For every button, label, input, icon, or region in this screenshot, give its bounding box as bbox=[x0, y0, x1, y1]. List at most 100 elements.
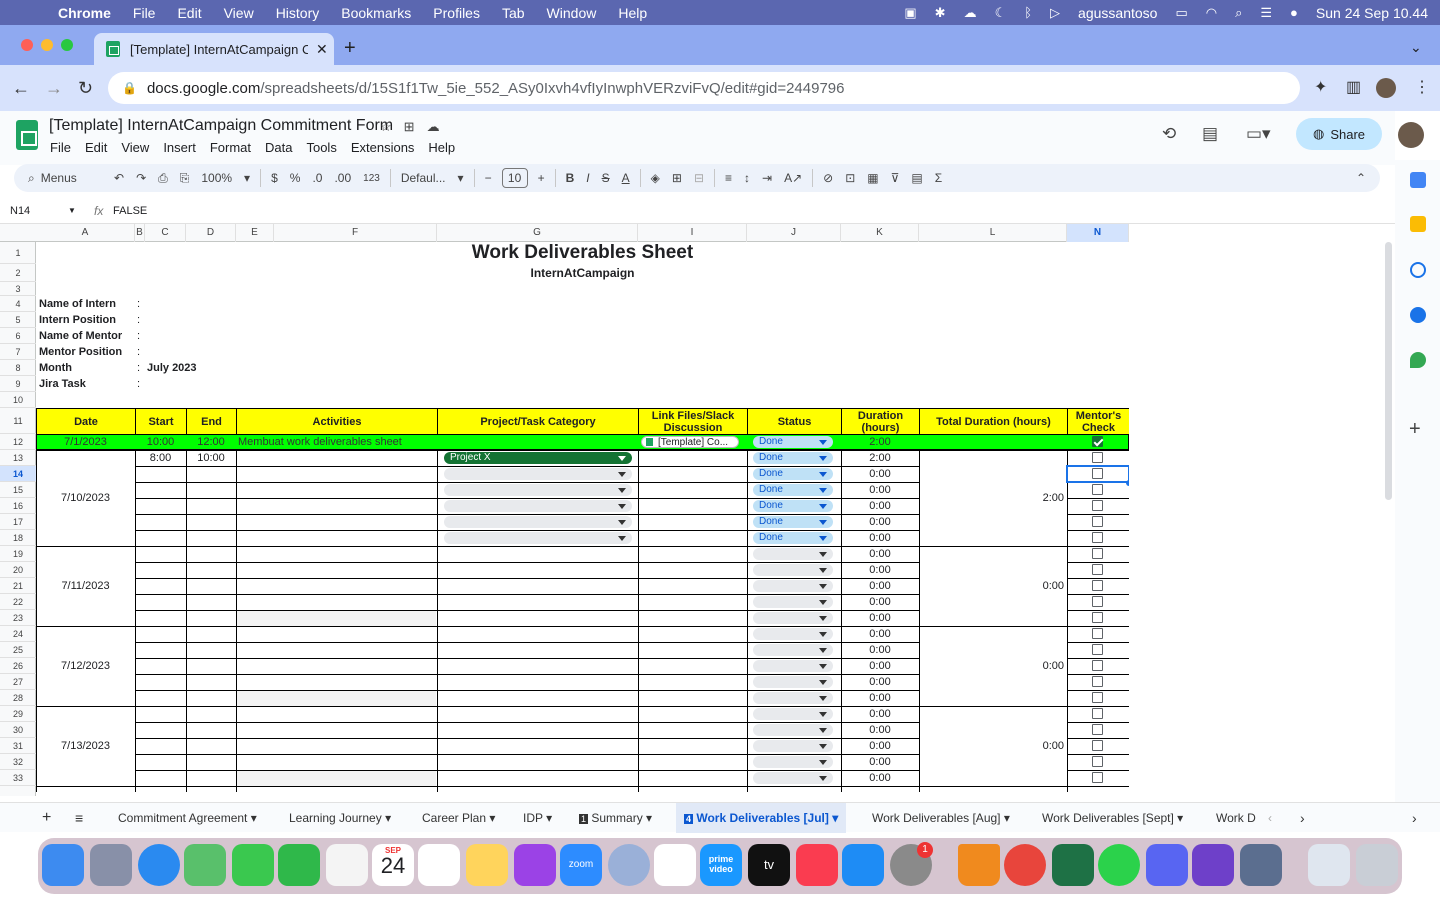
font-size-input[interactable]: 10 bbox=[501, 168, 528, 188]
chevron-down-icon[interactable]: ▾ bbox=[458, 171, 464, 185]
accessibility-icon[interactable]: ✱ bbox=[935, 5, 946, 21]
mentor-checkbox[interactable] bbox=[1092, 484, 1103, 495]
sheet-tab-career-plan[interactable]: Career Plan ▾ bbox=[422, 803, 495, 833]
redo-icon[interactable]: ↷ bbox=[136, 171, 146, 185]
row-header-31[interactable]: 31 bbox=[0, 738, 36, 754]
mentor-checkbox[interactable] bbox=[1092, 628, 1103, 639]
menubar-item-view[interactable]: View bbox=[224, 5, 254, 21]
extensions-puzzle-icon[interactable]: ✦ bbox=[1314, 77, 1327, 97]
status-dropdown[interactable] bbox=[753, 676, 833, 688]
menu-data[interactable]: Data bbox=[265, 140, 292, 155]
mentor-checkbox[interactable] bbox=[1092, 612, 1103, 623]
column-header-c[interactable]: C bbox=[145, 224, 186, 242]
scroll-right-icon[interactable]: › bbox=[1300, 803, 1305, 833]
insert-chart-icon[interactable]: ▦ bbox=[867, 171, 878, 185]
mentor-checkbox[interactable] bbox=[1092, 772, 1103, 783]
row-header-30[interactable]: 30 bbox=[0, 722, 36, 738]
maps-app-icon[interactable] bbox=[184, 844, 226, 886]
bluetooth-icon[interactable]: ᛒ bbox=[1024, 5, 1032, 20]
launchpad-icon[interactable] bbox=[90, 844, 132, 886]
address-bar[interactable]: 🔒 docs.google.com /spreadsheets/d/15S1f1… bbox=[108, 72, 1300, 104]
row-header-17[interactable]: 17 bbox=[0, 514, 36, 530]
profile-avatar[interactable] bbox=[1376, 78, 1396, 98]
menubar-item-bookmarks[interactable]: Bookmarks bbox=[341, 5, 411, 21]
mentor-checkbox[interactable] bbox=[1092, 756, 1103, 767]
add-addon-icon[interactable]: + bbox=[1409, 418, 1421, 441]
chevron-down-icon[interactable]: ▼ bbox=[68, 206, 76, 215]
row-header-1[interactable]: 1 bbox=[0, 242, 36, 264]
vlc-icon[interactable] bbox=[958, 844, 1000, 886]
status-dropdown[interactable] bbox=[753, 596, 833, 608]
category-dropdown[interactable] bbox=[444, 532, 632, 544]
row-header-21[interactable]: 21 bbox=[0, 578, 36, 594]
menu-insert[interactable]: Insert bbox=[163, 140, 196, 155]
activity-cell[interactable]: Membuat work deliverables sheet bbox=[238, 434, 437, 450]
row-header-12[interactable]: 12 bbox=[0, 434, 36, 450]
menubar-item-tab[interactable]: Tab bbox=[502, 5, 525, 21]
menubar-item-profiles[interactable]: Profiles bbox=[433, 5, 480, 21]
month-value[interactable]: July 2023 bbox=[147, 360, 260, 376]
menu-file[interactable]: File bbox=[50, 140, 71, 155]
date-cell[interactable]: 7/12/2023 bbox=[36, 626, 135, 706]
sheets-logo-icon[interactable] bbox=[16, 120, 38, 150]
percent-format-button[interactable]: % bbox=[290, 171, 301, 185]
currency-format-button[interactable]: $ bbox=[271, 171, 278, 185]
downloads-stack-icon[interactable] bbox=[1308, 844, 1350, 886]
side-panel-icon[interactable]: ▥ bbox=[1346, 77, 1361, 97]
filter-icon[interactable]: ⊽ bbox=[891, 171, 900, 185]
sheet-tab-work-d[interactable]: Work D bbox=[1216, 803, 1256, 833]
document-title[interactable]: [Template] InternAtCampaign Commitment F… bbox=[49, 117, 393, 135]
vertical-scrollbar[interactable] bbox=[1385, 242, 1392, 500]
mentor-checkbox[interactable] bbox=[1092, 516, 1103, 527]
row-header-19[interactable]: 19 bbox=[0, 546, 36, 562]
row-header-18[interactable]: 18 bbox=[0, 530, 36, 546]
fill-color-icon[interactable]: ◈ bbox=[651, 171, 660, 185]
row-header-24[interactable]: 24 bbox=[0, 626, 36, 642]
category-dropdown[interactable] bbox=[444, 500, 632, 512]
text-wrap-icon[interactable]: ⇥ bbox=[762, 171, 772, 185]
close-window-button[interactable] bbox=[21, 39, 33, 51]
maps-icon[interactable] bbox=[1410, 352, 1426, 368]
tasks-icon[interactable] bbox=[1410, 262, 1426, 278]
mentor-checkbox[interactable] bbox=[1092, 452, 1103, 463]
forward-arrow-icon[interactable]: → bbox=[45, 78, 63, 99]
menubar-item-file[interactable]: File bbox=[133, 5, 156, 21]
spotlight-search-icon[interactable]: ⌕ bbox=[1235, 5, 1242, 21]
sheet-tab-summary[interactable]: 1 Summary ▾ bbox=[579, 803, 652, 833]
category-dropdown[interactable]: Project X bbox=[444, 452, 632, 464]
trash-icon[interactable] bbox=[1356, 844, 1398, 886]
column-header-j[interactable]: J bbox=[747, 224, 841, 242]
column-header-b[interactable]: B bbox=[135, 224, 145, 242]
row-header-4[interactable]: 4 bbox=[0, 296, 36, 312]
wifi-icon[interactable]: ◠ bbox=[1206, 5, 1217, 21]
font-select[interactable]: Defaul... bbox=[401, 171, 446, 185]
column-header-k[interactable]: K bbox=[841, 224, 919, 242]
row-header-7[interactable]: 7 bbox=[0, 344, 36, 360]
text-rotate-icon[interactable]: A↗ bbox=[784, 171, 802, 185]
facetime-icon[interactable] bbox=[278, 844, 320, 886]
finder-icon[interactable] bbox=[42, 844, 84, 886]
menubar-item-help[interactable]: Help bbox=[618, 5, 647, 21]
row-header-27[interactable]: 27 bbox=[0, 674, 36, 690]
insert-comment-icon[interactable]: ⊡ bbox=[845, 171, 855, 185]
mentor-checkbox[interactable] bbox=[1092, 692, 1103, 703]
row-header-15[interactable]: 15 bbox=[0, 482, 36, 498]
mentor-checkbox[interactable] bbox=[1092, 724, 1103, 735]
menu-help[interactable]: Help bbox=[428, 140, 455, 155]
status-dropdown[interactable] bbox=[753, 580, 833, 592]
increase-font-size-icon[interactable]: + bbox=[538, 171, 545, 185]
chrome-app-icon[interactable] bbox=[1004, 844, 1046, 886]
status-dropdown[interactable] bbox=[753, 644, 833, 656]
row-header-14[interactable]: 14 bbox=[0, 466, 36, 482]
control-center-icon[interactable]: ☰ bbox=[1260, 5, 1272, 21]
category-dropdown[interactable] bbox=[444, 468, 632, 480]
notes-icon[interactable] bbox=[466, 844, 508, 886]
status-dropdown[interactable] bbox=[753, 708, 833, 720]
row-header-20[interactable]: 20 bbox=[0, 562, 36, 578]
sheet-tab-learning-journey[interactable]: Learning Journey ▾ bbox=[289, 803, 391, 833]
new-tab-button[interactable]: + bbox=[344, 37, 356, 60]
menu-tools[interactable]: Tools bbox=[306, 140, 336, 155]
safari-icon[interactable] bbox=[138, 844, 180, 886]
whatsapp-icon[interactable] bbox=[1098, 844, 1140, 886]
column-header-n[interactable]: N bbox=[1067, 224, 1129, 242]
